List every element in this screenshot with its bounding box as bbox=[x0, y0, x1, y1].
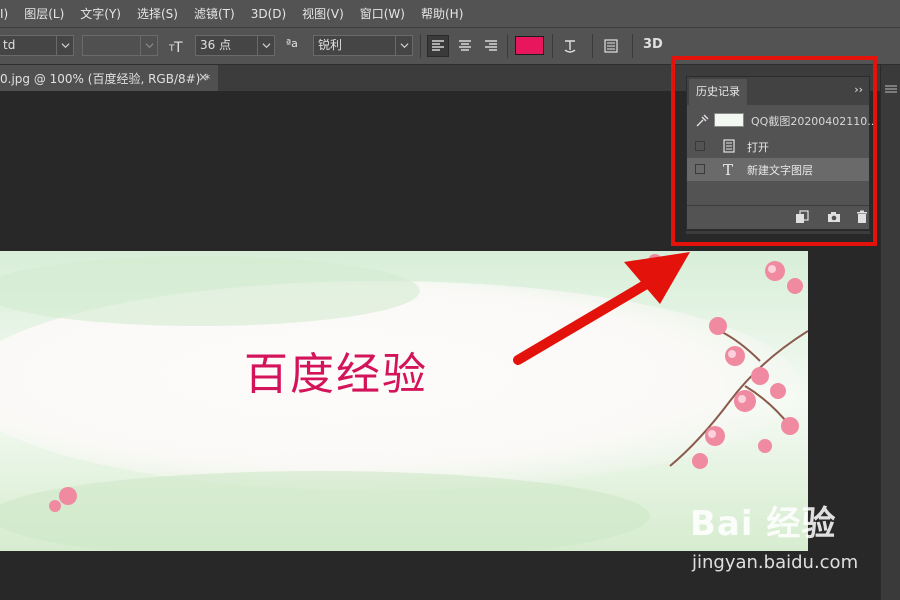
menu-3d[interactable]: 3D(D) bbox=[243, 7, 294, 21]
chevron-down-icon bbox=[257, 36, 274, 55]
font-size-value: 36 点 bbox=[200, 38, 232, 52]
font-style-dropdown[interactable] bbox=[82, 35, 158, 56]
character-panel-icon[interactable] bbox=[600, 35, 622, 57]
3d-icon[interactable]: 3D bbox=[643, 37, 663, 52]
panel-dock-strip bbox=[880, 65, 900, 600]
menu-image[interactable]: I) bbox=[0, 7, 16, 21]
font-family-value: td bbox=[3, 38, 16, 52]
antialias-icon: ªa bbox=[286, 37, 298, 50]
font-size-icon: TT bbox=[166, 35, 188, 57]
divider bbox=[592, 34, 593, 58]
svg-text:T: T bbox=[173, 40, 183, 54]
align-center-icon[interactable] bbox=[454, 35, 476, 57]
document-tab[interactable]: 0.jpg @ 100% (百度经验, RGB/8#) * × bbox=[0, 65, 218, 91]
warp-text-icon[interactable] bbox=[559, 35, 581, 57]
text-color-swatch[interactable] bbox=[515, 36, 544, 55]
document-tab-title: 0.jpg @ 100% (百度经验, RGB/8#) * bbox=[0, 71, 211, 86]
divider bbox=[420, 34, 421, 58]
watermark-logo-text: Bai 经验 bbox=[690, 504, 837, 544]
panel-menu-icon[interactable] bbox=[882, 84, 900, 96]
watermark-url: jingyan.baidu.com bbox=[692, 552, 859, 573]
chevron-down-icon bbox=[140, 36, 157, 55]
menu-layer[interactable]: 图层(L) bbox=[16, 5, 72, 22]
canvas-text-layer[interactable]: 百度经验 bbox=[244, 338, 428, 402]
menu-view[interactable]: 视图(V) bbox=[294, 5, 352, 22]
menu-filter[interactable]: 滤镜(T) bbox=[186, 5, 243, 22]
annotation-highlight-box bbox=[671, 56, 877, 246]
baidu-jingyan-watermark: Bai 经验 jingyan.baidu.com bbox=[690, 496, 865, 586]
menu-window[interactable]: 窗口(W) bbox=[352, 5, 413, 22]
antialias-dropdown[interactable]: 锐利 bbox=[313, 35, 413, 56]
divider bbox=[507, 34, 508, 58]
align-left-icon[interactable] bbox=[427, 35, 449, 57]
font-size-dropdown[interactable]: 36 点 bbox=[195, 35, 275, 56]
antialias-value: 锐利 bbox=[318, 38, 343, 52]
close-icon[interactable]: × bbox=[198, 70, 208, 84]
font-family-dropdown[interactable]: td bbox=[0, 35, 74, 56]
menu-type[interactable]: 文字(Y) bbox=[72, 5, 129, 22]
align-right-icon[interactable] bbox=[480, 35, 502, 57]
divider bbox=[552, 34, 553, 58]
menu-select[interactable]: 选择(S) bbox=[129, 5, 186, 22]
chevron-down-icon bbox=[395, 36, 412, 55]
menu-help[interactable]: 帮助(H) bbox=[413, 5, 471, 22]
chevron-down-icon bbox=[56, 36, 73, 55]
divider bbox=[632, 34, 633, 58]
menu-bar: I) 图层(L) 文字(Y) 选择(S) 滤镜(T) 3D(D) 视图(V) 窗… bbox=[0, 0, 900, 28]
